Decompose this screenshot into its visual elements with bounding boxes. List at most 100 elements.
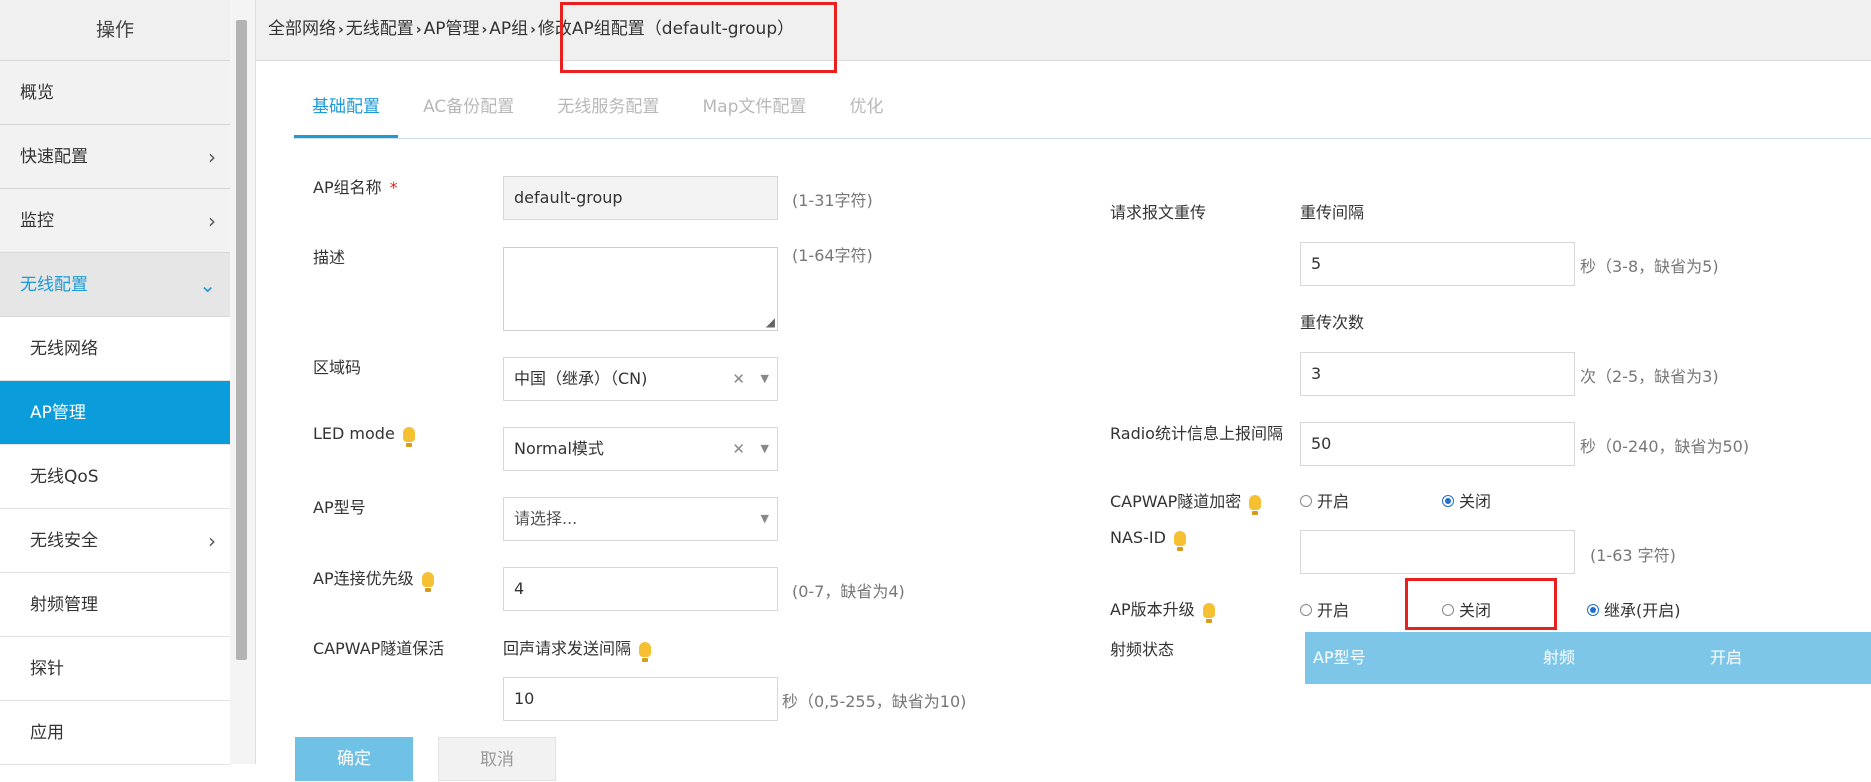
capwap-encrypt-label-text: CAPWAP隧道加密 — [1110, 492, 1242, 511]
lightbulb-hint-icon[interactable] — [639, 642, 652, 662]
priority-label-text: AP连接优先级 — [313, 569, 414, 588]
radio-stats-hint: 秒（0-240，缺省为50) — [1580, 437, 1750, 456]
required-mark: * — [389, 178, 398, 197]
sidebar-item-overview[interactable]: 概览 — [0, 61, 230, 125]
capwap-encrypt-on-radio[interactable]: 开启 — [1300, 488, 1349, 512]
breadcrumb-item[interactable]: AP管理 — [424, 19, 480, 39]
sidebar-item-probe[interactable]: 探针 — [0, 637, 230, 701]
group-name-label-text: AP组名称 — [313, 178, 382, 197]
ap-upgrade-inherit-radio[interactable]: 继承(开启) — [1587, 597, 1681, 621]
description-label: 描述 — [313, 248, 346, 267]
sidebar-item-label: 应用 — [30, 723, 64, 743]
ap-upgrade-off-radio[interactable]: 关闭 — [1442, 597, 1491, 621]
radio-status-table-header: AP型号 射频 开启 — [1305, 632, 1871, 684]
sidebar-item-application[interactable]: 应用 — [0, 701, 230, 765]
retransmit-interval-input[interactable]: 5 — [1300, 242, 1575, 286]
caret-down-icon[interactable]: ▼ — [761, 498, 769, 540]
clear-icon[interactable]: ✕ — [732, 428, 745, 470]
sidebar-item-monitor[interactable]: 监控 › — [0, 189, 230, 253]
capwap-encrypt-off-radio[interactable]: 关闭 — [1442, 488, 1491, 512]
sidebar-item-quick-config[interactable]: 快速配置 › — [0, 125, 230, 189]
description-hint: (1-64字符) — [792, 246, 873, 265]
breadcrumb-item[interactable]: 无线配置 — [346, 19, 414, 39]
chevron-right-icon: › — [415, 22, 422, 38]
lightbulb-hint-icon[interactable] — [1173, 531, 1186, 551]
radio-circle-icon — [1300, 603, 1312, 616]
radio-stats-input[interactable]: 50 — [1300, 422, 1575, 466]
confirm-button[interactable]: 确定 — [295, 737, 413, 781]
chevron-right-icon: › — [481, 22, 488, 38]
retransmit-count-hint: 次（2-5，缺省为3) — [1580, 367, 1719, 386]
lightbulb-hint-icon[interactable] — [402, 427, 415, 447]
ap-upgrade-label: AP版本升级 — [1110, 596, 1215, 623]
lightbulb-hint-icon[interactable] — [421, 572, 434, 592]
tab-ac-backup[interactable]: AC备份配置 — [405, 82, 532, 138]
chevron-right-icon: › — [530, 22, 536, 38]
sidebar-item-label: AP管理 — [30, 403, 86, 423]
priority-hint: (0-7，缺省为4) — [792, 582, 905, 601]
sidebar-item-ap-management[interactable]: AP管理 — [0, 381, 230, 445]
echo-interval-label-text: 回声请求发送间隔 — [503, 639, 632, 658]
sidebar-item-label: 概览 — [20, 83, 54, 103]
sidebar-item-wireless-config[interactable]: 无线配置 ⌄ — [0, 253, 230, 317]
nas-id-label: NAS-ID — [1110, 528, 1186, 551]
lightbulb-hint-icon[interactable] — [1249, 495, 1262, 515]
radio-label: 继承(开启) — [1604, 601, 1681, 620]
column-header-radio[interactable]: 射频 — [1543, 632, 1575, 684]
tab-basic-config[interactable]: 基础配置 — [294, 82, 398, 138]
breadcrumb-item[interactable]: AP组 — [489, 19, 528, 39]
tab-wireless-service[interactable]: 无线服务配置 — [539, 82, 677, 138]
column-header-ap-model[interactable]: AP型号 — [1313, 632, 1366, 684]
chevron-down-icon: ⌄ — [199, 273, 216, 297]
radio-label: 开启 — [1317, 601, 1350, 620]
ap-model-select[interactable]: 请选择... ▼ — [503, 497, 778, 541]
ap-upgrade-on-radio[interactable]: 开启 — [1300, 597, 1349, 621]
led-mode-label-text: LED mode — [313, 424, 395, 443]
capwap-encrypt-label: CAPWAP隧道加密 — [1110, 488, 1262, 515]
sidebar-scrollbar-thumb[interactable] — [236, 20, 247, 660]
cancel-button[interactable]: 取消 — [438, 737, 556, 781]
region-code-select[interactable]: 中国（继承）（CN) ✕ ▼ — [503, 357, 778, 401]
radio-label: 开启 — [1317, 492, 1350, 511]
sidebar-header: 操作 — [0, 0, 230, 61]
sidebar-item-label: 快速配置 — [20, 147, 88, 167]
radio-checked-icon — [1587, 603, 1599, 616]
group-name-input[interactable]: default-group — [503, 176, 778, 220]
sidebar-item-label: 无线QoS — [30, 467, 99, 487]
breadcrumb-item[interactable]: 全部网络 — [268, 19, 336, 39]
retransmit-count-input[interactable]: 3 — [1300, 352, 1575, 396]
retransmit-count-label: 重传次数 — [1300, 313, 1365, 332]
led-mode-value: Normal模式 — [514, 439, 604, 458]
echo-interval-label: 回声请求发送间隔 — [503, 635, 652, 662]
priority-input[interactable]: 4 — [503, 567, 778, 611]
description-textarea[interactable]: ◢ — [503, 247, 778, 331]
tab-map-file[interactable]: Map文件配置 — [684, 82, 824, 138]
group-name-hint: (1-31字符) — [792, 191, 873, 210]
led-mode-select[interactable]: Normal模式 ✕ ▼ — [503, 427, 778, 471]
chevron-right-icon: › — [208, 145, 216, 169]
sidebar-item-label: 射频管理 — [30, 595, 98, 615]
sidebar-item-rf-management[interactable]: 射频管理 — [0, 573, 230, 637]
sidebar: 操作 概览 快速配置 › 监控 › 无线配置 ⌄ 无线网络 AP管理 无线QoS 无线… — [0, 0, 230, 765]
retransmit-interval-label: 重传间隔 — [1300, 203, 1365, 222]
ap-model-placeholder: 请选择... — [514, 509, 578, 528]
column-header-enabled[interactable]: 开启 — [1710, 632, 1742, 684]
region-code-label: 区域码 — [313, 358, 362, 377]
sidebar-item-wireless-network[interactable]: 无线网络 — [0, 317, 230, 381]
radio-circle-icon — [1442, 603, 1454, 616]
clear-icon[interactable]: ✕ — [732, 358, 745, 400]
priority-label: AP连接优先级 — [313, 565, 434, 592]
sidebar-item-wireless-qos[interactable]: 无线QoS — [0, 445, 230, 509]
caret-down-icon[interactable]: ▼ — [761, 358, 769, 400]
echo-interval-input[interactable]: 10 — [503, 677, 778, 721]
ap-model-label: AP型号 — [313, 498, 366, 517]
lightbulb-hint-icon[interactable] — [1202, 603, 1215, 623]
tab-optimize[interactable]: 优化 — [831, 82, 901, 138]
nas-id-label-text: NAS-ID — [1110, 528, 1166, 547]
sidebar-item-label: 无线网络 — [30, 339, 98, 359]
caret-down-icon[interactable]: ▼ — [761, 428, 769, 470]
retransmit-interval-hint: 秒（3-8，缺省为5) — [1580, 257, 1719, 276]
nas-id-input[interactable] — [1300, 530, 1575, 574]
sidebar-item-wireless-security[interactable]: 无线安全 › — [0, 509, 230, 573]
resize-grip-icon[interactable]: ◢ — [766, 316, 775, 328]
